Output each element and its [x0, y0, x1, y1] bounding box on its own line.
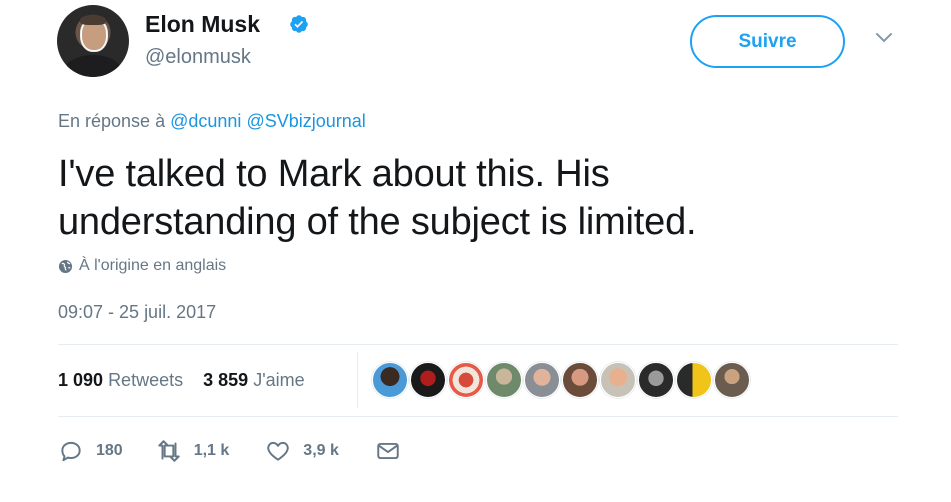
likers-avatars — [372, 362, 750, 398]
liker-avatar[interactable] — [448, 362, 484, 398]
like-action[interactable]: 3,9 k — [265, 438, 339, 464]
reply-action[interactable]: 180 — [58, 438, 123, 464]
retweets-label: Retweets — [108, 370, 184, 390]
retweets-count: 1 090 — [58, 370, 104, 390]
tweet-line: I've talked to Mark about this. His — [58, 153, 610, 195]
translation-note: À l'origine en anglais — [58, 257, 226, 275]
tweet-line: understanding of the subject is limited. — [58, 201, 697, 243]
likes-label: J'aime — [253, 370, 305, 390]
liker-avatar[interactable] — [410, 362, 446, 398]
divider — [58, 344, 898, 345]
liker-avatar[interactable] — [562, 362, 598, 398]
liker-avatar[interactable] — [524, 362, 560, 398]
follow-button[interactable]: Suivre — [690, 15, 845, 68]
reply-icon — [61, 441, 81, 462]
mention-link[interactable]: @dcunni — [170, 111, 241, 131]
avatar-shirt — [65, 55, 121, 77]
tweet-actions: 180 1,1 k 3,9 k — [58, 438, 401, 464]
retweets-stat[interactable]: 1 090 Retweets — [58, 370, 183, 390]
liker-avatar[interactable] — [638, 362, 674, 398]
envelope-icon — [377, 442, 399, 460]
tweet-text: I've talked to Mark about this. His unde… — [58, 150, 898, 246]
liker-avatar[interactable] — [486, 362, 522, 398]
globe-icon — [58, 259, 73, 273]
heart-icon — [267, 441, 290, 461]
direct-message-action[interactable] — [375, 438, 401, 464]
avatar-hair — [80, 15, 106, 25]
chevron-down-icon[interactable] — [874, 31, 894, 45]
likes-stat[interactable]: 3 859 J'aime — [203, 370, 305, 390]
retweet-action[interactable]: 1,1 k — [156, 438, 230, 464]
stats-separator — [357, 352, 358, 408]
mention-link[interactable]: @SVbizjournal — [246, 111, 365, 131]
author-name[interactable]: Elon Musk — [145, 11, 260, 38]
like-count: 3,9 k — [303, 442, 339, 459]
author-avatar[interactable] — [57, 5, 129, 77]
divider — [58, 416, 898, 417]
translation-text: À l'origine en anglais — [79, 257, 227, 274]
tweet-stats: 1 090 Retweets 3 859 J'aime — [58, 370, 305, 391]
verified-badge-icon — [290, 15, 308, 33]
liker-avatar[interactable] — [714, 362, 750, 398]
retweet-count: 1,1 k — [193, 442, 230, 459]
reply-prefix: En réponse à — [58, 111, 166, 131]
reply-context: En réponse à @dcunni @SVbizjournal — [58, 111, 366, 132]
reply-count: 180 — [96, 442, 123, 459]
tweet-timestamp[interactable]: 09:07 - 25 juil. 2017 — [58, 302, 216, 323]
author-handle[interactable]: @elonmusk — [145, 46, 251, 69]
liker-avatar[interactable] — [600, 362, 636, 398]
likes-count: 3 859 — [203, 370, 249, 390]
liker-avatar[interactable] — [676, 362, 712, 398]
liker-avatar[interactable] — [372, 362, 408, 398]
retweet-icon — [157, 440, 180, 462]
